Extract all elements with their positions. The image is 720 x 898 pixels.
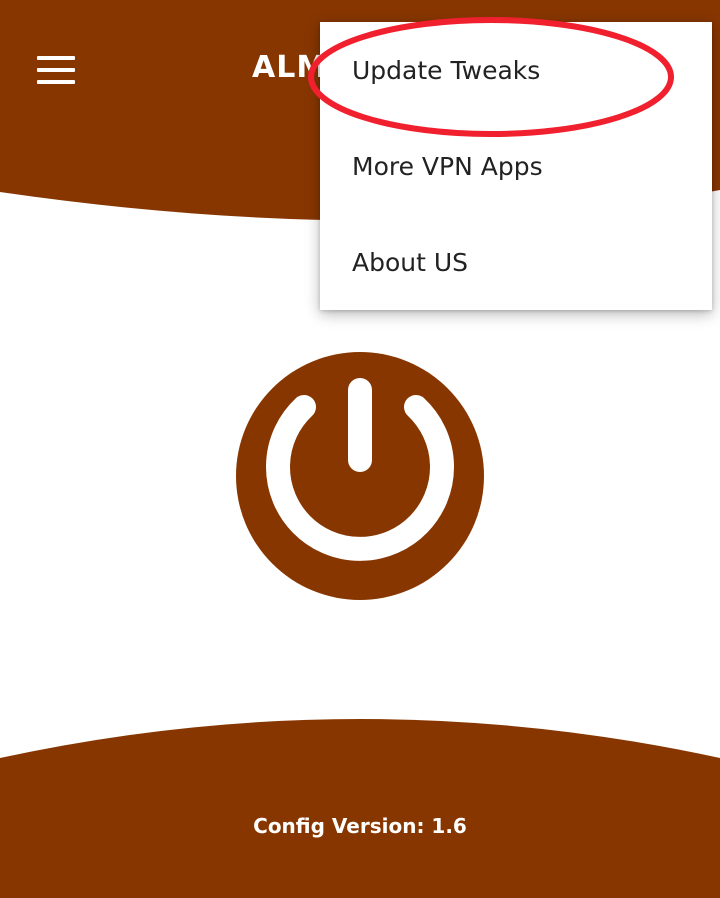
menu-item-more-vpn-apps[interactable]: More VPN Apps: [320, 118, 712, 214]
menu-item-about-us[interactable]: About US: [320, 214, 712, 310]
menu-item-update-tweaks[interactable]: Update Tweaks: [320, 22, 712, 118]
menu-bar: [37, 68, 75, 72]
app-screen: ALM Config Version: 1.6 Update Tweaks Mo…: [0, 0, 720, 898]
menu-item-label: More VPN Apps: [352, 151, 543, 181]
menu-item-label: Update Tweaks: [352, 55, 541, 85]
menu-bar: [37, 80, 75, 84]
app-title: ALM: [252, 50, 322, 85]
connect-power-button[interactable]: [236, 352, 484, 600]
config-version-label: Config Version: 1.6: [253, 814, 467, 838]
menu-bar: [37, 56, 75, 60]
menu-item-label: About US: [352, 247, 469, 277]
hamburger-menu-icon[interactable]: [30, 52, 82, 88]
footer-background: [0, 719, 720, 898]
power-icon: [266, 378, 454, 561]
overflow-dropdown-menu: Update Tweaks More VPN Apps About US: [320, 22, 712, 310]
